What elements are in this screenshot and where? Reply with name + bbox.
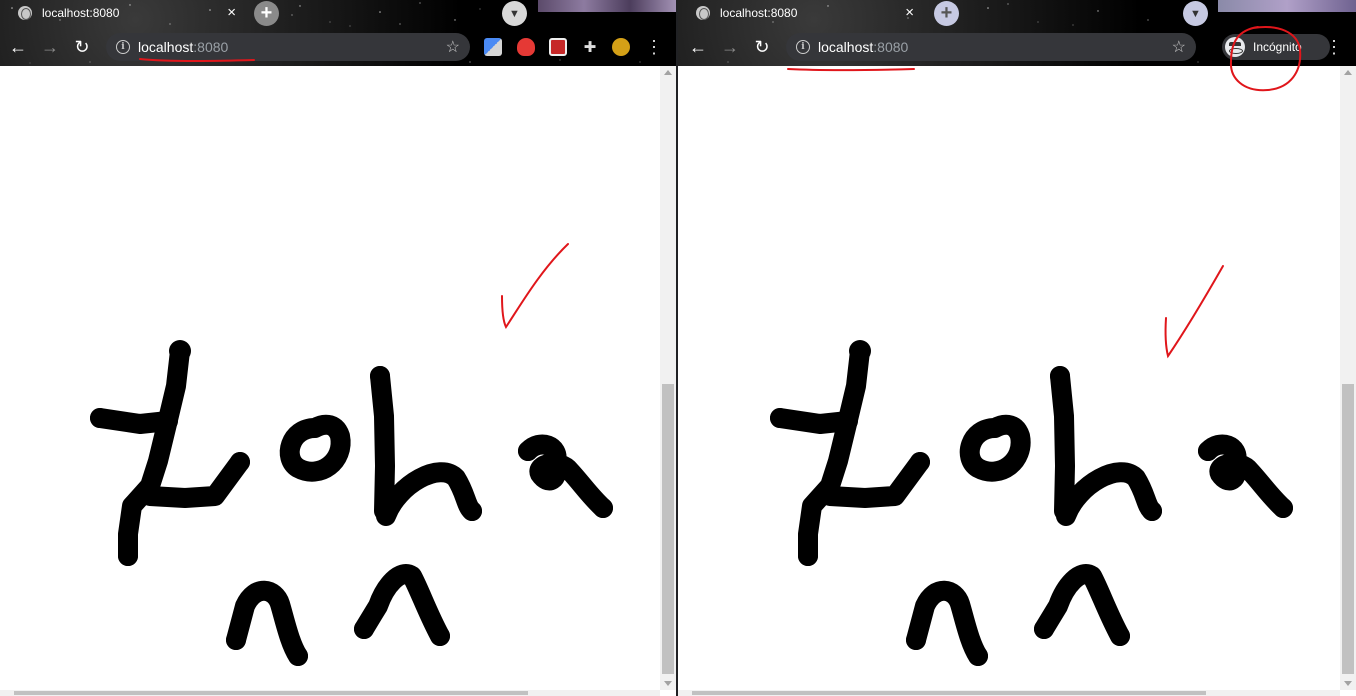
browser-chrome-right: localhost:8080 × + ▼ ← → ↻ i localhost:8… xyxy=(678,0,1356,66)
scrollbar-thumb[interactable] xyxy=(662,384,674,674)
page-viewport xyxy=(678,66,1356,696)
ink-stroke-o xyxy=(959,414,1031,482)
incognito-icon xyxy=(1225,37,1245,57)
incognito-indicator[interactable]: Incógnito xyxy=(1222,34,1330,60)
ublock-extension-icon[interactable] xyxy=(517,38,535,56)
h-scrollbar-thumb[interactable] xyxy=(692,691,1206,695)
back-button[interactable]: ← xyxy=(686,35,710,59)
window-controls-area xyxy=(538,0,676,12)
ink-stroke-n1 xyxy=(906,580,988,666)
incognito-label: Incógnito xyxy=(1253,40,1302,54)
ink-stroke-t-stem xyxy=(798,341,870,566)
tab-localhost[interactable]: localhost:8080 × xyxy=(686,0,924,26)
ink-stroke-h-arch xyxy=(1056,462,1162,526)
new-tab-button[interactable]: + xyxy=(254,1,279,26)
tab-strip: localhost:8080 × + ▼ xyxy=(678,0,1356,26)
globe-icon xyxy=(696,6,710,20)
browser-window-left: localhost:8080 × + ▼ ← → ↻ i localhost:8… xyxy=(0,0,676,696)
globe-icon xyxy=(18,6,32,20)
translate-extension-icon[interactable] xyxy=(484,38,502,56)
h-scrollbar-thumb[interactable] xyxy=(14,691,528,695)
forward-button[interactable]: → xyxy=(718,35,742,59)
profile-avatar-icon[interactable] xyxy=(612,38,630,56)
address-bar[interactable]: i localhost:8080 ☆ xyxy=(106,33,470,61)
bookmark-star-icon[interactable]: ☆ xyxy=(1172,37,1186,57)
ink-stroke-n1 xyxy=(226,580,308,666)
extensions-puzzle-icon[interactable]: ✚ xyxy=(581,38,599,56)
tab-search-icon[interactable]: ▼ xyxy=(1183,1,1208,26)
drawing-canvas[interactable] xyxy=(678,66,1340,690)
scroll-down-icon[interactable] xyxy=(664,681,672,686)
ink-stroke-a xyxy=(1198,434,1293,518)
horizontal-scrollbar[interactable] xyxy=(0,690,660,696)
ink-stroke-o xyxy=(279,414,351,482)
menu-icon[interactable]: ⋮ xyxy=(1325,35,1343,59)
scroll-down-icon[interactable] xyxy=(1344,681,1352,686)
drawing-canvas[interactable] xyxy=(0,66,660,690)
site-info-icon[interactable]: i xyxy=(796,40,810,54)
tab-search-icon[interactable]: ▼ xyxy=(502,1,527,26)
menu-icon[interactable]: ⋮ xyxy=(645,35,663,59)
tab-strip: localhost:8080 × + ▼ xyxy=(0,0,676,26)
address-bar[interactable]: i localhost:8080 ☆ xyxy=(786,33,1196,61)
close-tab-icon[interactable]: × xyxy=(905,4,914,21)
ink-stroke-t-stem xyxy=(118,341,190,566)
horizontal-scrollbar[interactable] xyxy=(678,690,1340,696)
tab-title: localhost:8080 xyxy=(720,6,798,20)
ink-stroke-h-arch xyxy=(376,462,482,526)
url-port: :8080 xyxy=(193,39,229,55)
back-button[interactable]: ← xyxy=(6,35,30,59)
toolbar: ← → ↻ i localhost:8080 ☆ Incógnito ⋮ xyxy=(678,29,1356,65)
reload-button[interactable]: ↻ xyxy=(750,35,774,59)
page-viewport xyxy=(0,66,676,696)
close-tab-icon[interactable]: × xyxy=(227,4,236,21)
tab-title: localhost:8080 xyxy=(42,6,120,20)
tab-localhost[interactable]: localhost:8080 × xyxy=(8,0,246,26)
ink-stroke-a xyxy=(518,434,613,518)
browser-chrome-left: localhost:8080 × + ▼ ← → ↻ i localhost:8… xyxy=(0,0,676,66)
toolbar: ← → ↻ i localhost:8080 ☆ ✚ ⋮ xyxy=(0,29,676,65)
bookmark-star-icon[interactable]: ☆ xyxy=(446,37,460,57)
new-tab-button[interactable]: + xyxy=(934,1,959,26)
window-controls-area xyxy=(1218,0,1356,12)
url-host: localhost xyxy=(818,39,874,55)
forward-button[interactable]: → xyxy=(38,35,62,59)
red-extension-icon[interactable] xyxy=(549,38,567,56)
scroll-up-icon[interactable] xyxy=(1344,70,1352,75)
scrollbar-thumb[interactable] xyxy=(1342,384,1354,674)
reload-button[interactable]: ↻ xyxy=(70,35,94,59)
url-port: :8080 xyxy=(873,39,909,55)
vertical-scrollbar[interactable] xyxy=(1340,66,1356,690)
scroll-up-icon[interactable] xyxy=(664,70,672,75)
ink-stroke-h-stem xyxy=(1050,366,1075,521)
vertical-scrollbar[interactable] xyxy=(660,66,676,690)
browser-window-right-incognito: localhost:8080 × + ▼ ← → ↻ i localhost:8… xyxy=(678,0,1356,696)
ink-stroke-n2 xyxy=(354,564,450,646)
url-host: localhost xyxy=(138,39,194,55)
site-info-icon[interactable]: i xyxy=(116,40,130,54)
ink-stroke-n2 xyxy=(1034,564,1130,646)
ink-stroke-h-stem xyxy=(370,366,395,521)
